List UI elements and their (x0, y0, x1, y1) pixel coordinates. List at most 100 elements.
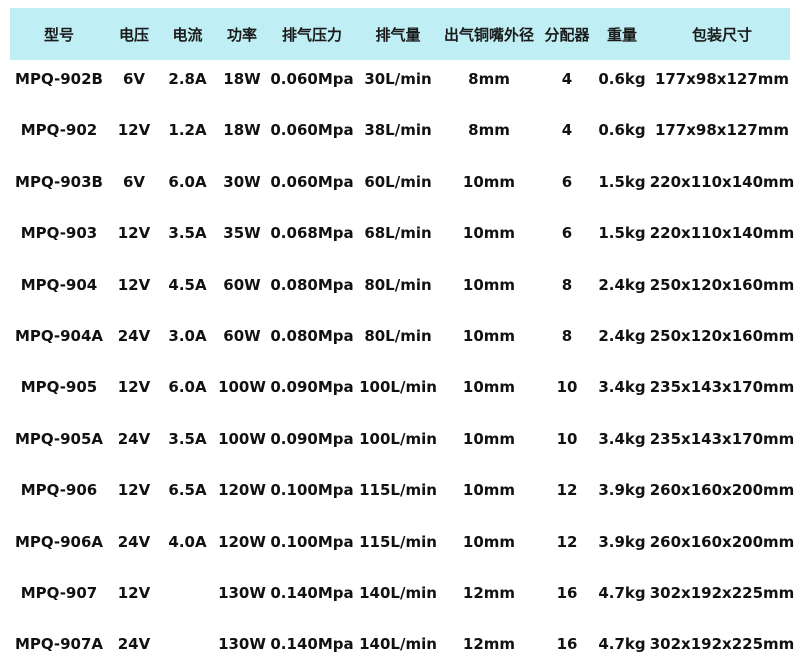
cell-pressure: 0.060Mpa (270, 70, 354, 88)
cell-nozzle: 10mm (462, 172, 516, 191)
table-row: MPQ-906 12V 6.5A 120W 0.100Mpa 115L/min 10mm 12… (0, 470, 800, 510)
cell-weight: 4.7kg (598, 584, 646, 602)
cell-current: 3.0A (168, 327, 207, 345)
cell-package-size: 177x98x127mm (654, 121, 790, 140)
cell-package-size: 302x192x225mm (649, 635, 795, 654)
table-row: MPQ-902B 6V 2.8A 18W 0.060Mpa 30L/min 8mm 4 0.6k… (0, 59, 800, 99)
cell-distributor: 6 (561, 224, 573, 243)
cell-weight: 3.9kg (598, 532, 646, 551)
cell-nozzle: 10mm (462, 429, 516, 448)
cell-current (160, 624, 215, 664)
cell-weight: 3.4kg (598, 378, 646, 397)
cell-distributor: 6 (561, 172, 573, 191)
header-model: 型号 (43, 25, 74, 44)
cell-model: MPQ-904 (20, 275, 98, 294)
cell-distributor: 4 (561, 70, 573, 88)
cell-nozzle: 8mm (468, 121, 510, 140)
cell-power: 100W (218, 378, 266, 397)
cell-distributor: 8 (561, 327, 573, 345)
cell-flow: 140L/min (359, 635, 437, 654)
cell-flow: 115L/min (359, 481, 437, 500)
cell-current: 2.8A (168, 70, 207, 88)
table-row: MPQ-904A 24V 3.0A 60W 0.080Mpa 80L/min 10mm 8 2.… (0, 316, 800, 356)
cell-current: 1.2A (168, 121, 207, 140)
cell-power: 18W (223, 121, 261, 140)
cell-distributor: 8 (561, 275, 573, 294)
table-row: MPQ-906A 24V 4.0A 120W 0.100Mpa 115L/min 10mm 1… (0, 522, 800, 562)
header-package-size: 包装尺寸 (691, 25, 752, 44)
cell-nozzle: 8mm (468, 70, 510, 88)
cell-power: 130W (218, 584, 266, 602)
cell-model: MPQ-906A (14, 532, 104, 551)
cell-power: 60W (223, 275, 261, 294)
cell-voltage: 24V (117, 532, 151, 551)
cell-pressure: 0.100Mpa (270, 532, 354, 551)
table-row: MPQ-907 12V 130W 0.140Mpa 140L/min 12mm 16 4.7k… (0, 573, 800, 613)
cell-power: 130W (218, 635, 266, 654)
cell-package-size: 250x120x160mm (649, 327, 795, 345)
cell-package-size: 302x192x225mm (649, 584, 795, 602)
cell-pressure: 0.140Mpa (270, 584, 354, 602)
cell-distributor: 12 (556, 481, 578, 500)
cell-flow: 140L/min (359, 584, 437, 602)
cell-nozzle: 10mm (462, 481, 516, 500)
cell-package-size: 235x143x170mm (649, 378, 795, 397)
cell-nozzle: 12mm (462, 635, 516, 654)
cell-weight: 1.5kg (598, 224, 646, 243)
cell-weight: 4.7kg (598, 635, 646, 654)
cell-voltage: 12V (117, 378, 151, 397)
cell-power: 18W (223, 70, 261, 88)
cell-current: 4.0A (168, 532, 207, 551)
cell-flow: 100L/min (359, 378, 437, 397)
cell-voltage: 12V (117, 224, 151, 243)
cell-model: MPQ-905A (14, 429, 104, 448)
cell-weight: 3.9kg (598, 481, 646, 500)
cell-package-size: 220x110x140mm (649, 172, 795, 191)
cell-current: 6.0A (168, 172, 207, 191)
cell-distributor: 4 (561, 121, 573, 140)
cell-pressure: 0.068Mpa (270, 224, 354, 243)
cell-package-size: 220x110x140mm (649, 224, 795, 243)
header-power: 功率 (226, 25, 257, 44)
cell-model: MPQ-905 (20, 378, 98, 397)
cell-flow: 115L/min (359, 532, 437, 551)
cell-voltage: 12V (117, 481, 151, 500)
cell-distributor: 10 (556, 429, 578, 448)
cell-flow: 60L/min (364, 172, 432, 191)
cell-nozzle: 10mm (462, 378, 516, 397)
table-row: MPQ-902 12V 1.2A 18W 0.060Mpa 38L/min 8mm 4 0.6k… (0, 110, 800, 150)
table-row: MPQ-905 12V 6.0A 100W 0.090Mpa 100L/min 10mm 10… (0, 367, 800, 407)
cell-model: MPQ-906 (20, 481, 98, 500)
header-flow: 排气量 (375, 25, 421, 44)
cell-model: MPQ-902 (20, 121, 98, 140)
cell-model: MPQ-902B (15, 70, 103, 88)
header-nozzle: 出气铜嘴外径 (443, 25, 534, 44)
header-current: 电流 (172, 25, 203, 44)
cell-weight: 0.6kg (598, 70, 646, 88)
cell-weight: 2.4kg (598, 275, 646, 294)
cell-model: MPQ-907 (20, 584, 98, 602)
cell-power: 30W (223, 172, 261, 191)
cell-flow: 100L/min (359, 429, 437, 448)
cell-voltage: 12V (117, 584, 151, 602)
table-header-row: 型号 电压 电流 功率 排气压力 排气量 出气铜嘴外径 分配器 重量 包装尺寸 (10, 8, 790, 60)
cell-package-size: 235x143x170mm (649, 429, 795, 448)
cell-distributor: 16 (556, 584, 578, 602)
cell-pressure: 0.060Mpa (270, 121, 354, 140)
cell-model: MPQ-903B (15, 172, 103, 191)
cell-pressure: 0.100Mpa (270, 481, 354, 500)
cell-nozzle: 10mm (462, 275, 516, 294)
cell-power: 100W (218, 429, 266, 448)
cell-current: 6.0A (168, 378, 207, 397)
cell-power: 60W (223, 327, 261, 345)
cell-voltage: 12V (117, 275, 151, 294)
cell-weight: 2.4kg (598, 327, 646, 345)
cell-model: MPQ-904A (14, 327, 104, 345)
cell-pressure: 0.080Mpa (270, 327, 354, 345)
cell-flow: 80L/min (364, 275, 432, 294)
cell-voltage: 24V (117, 429, 151, 448)
cell-flow: 68L/min (364, 224, 432, 243)
cell-nozzle: 12mm (462, 584, 516, 602)
table-row: MPQ-903B 6V 6.0A 30W 0.060Mpa 60L/min 10mm 6 1.5… (0, 162, 800, 202)
cell-pressure: 0.080Mpa (270, 275, 354, 294)
